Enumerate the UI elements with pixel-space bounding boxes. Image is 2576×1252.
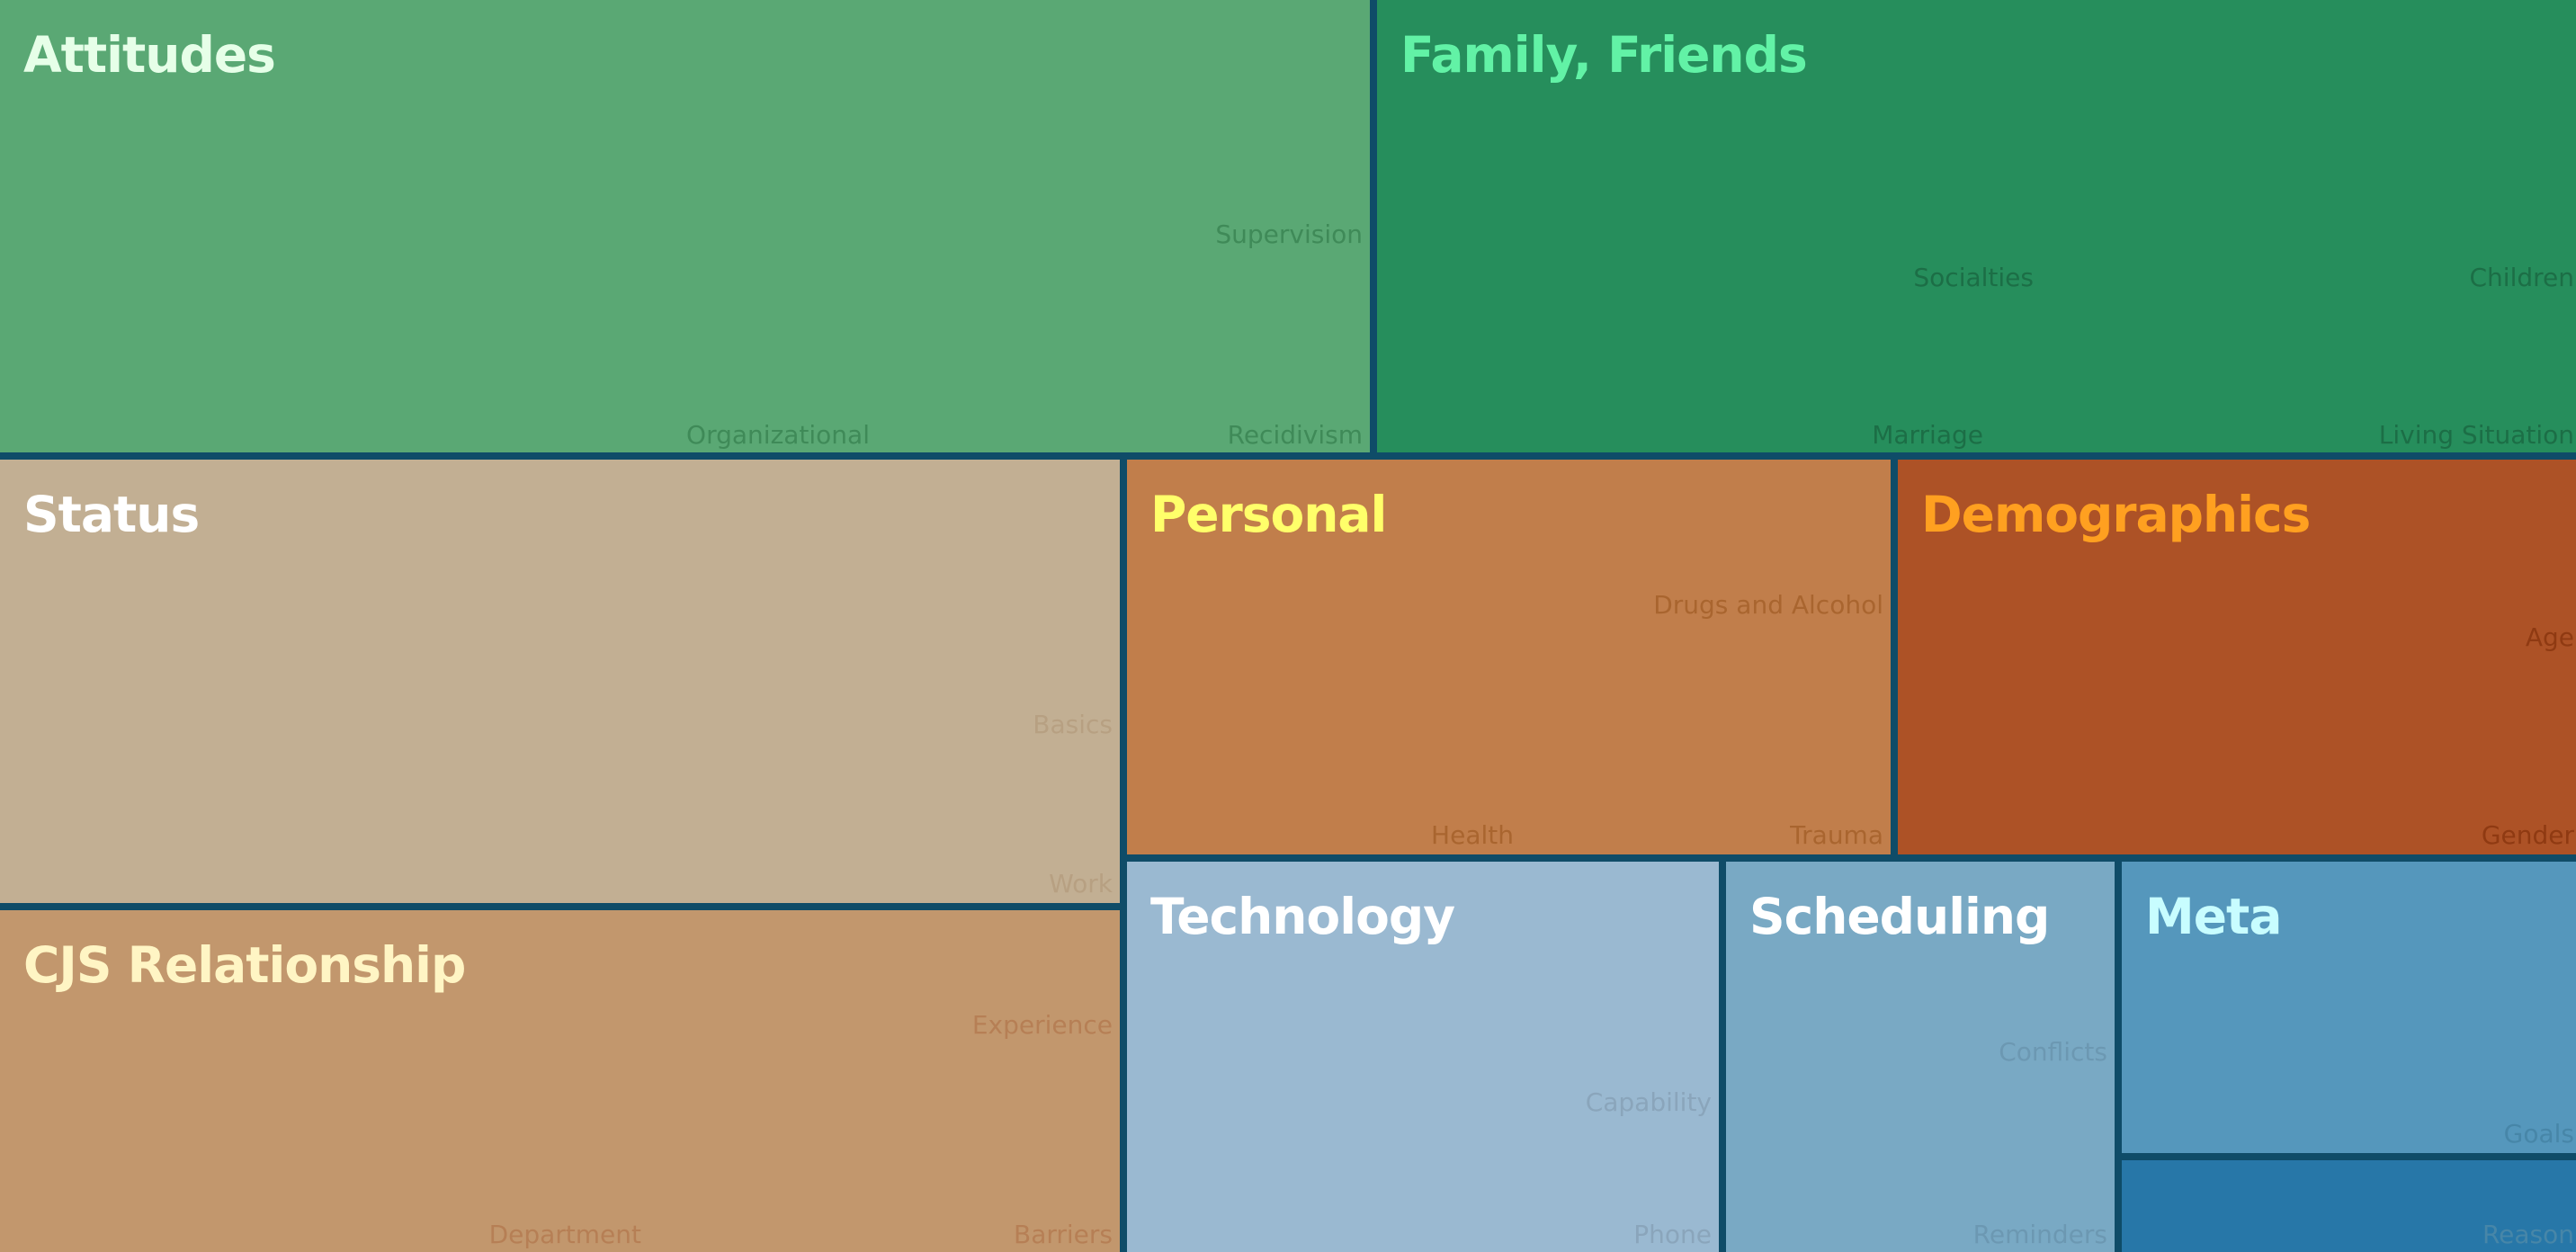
- treemap-cell-title: CJS Relationship: [23, 936, 466, 994]
- subcategory-label-health: Health: [1431, 820, 1514, 850]
- treemap-cell-personal[interactable]: Personal: [1127, 460, 1891, 854]
- treemap-cell-title: Personal: [1150, 486, 1387, 543]
- subcategory-label-age: Age: [2525, 622, 2574, 652]
- subcategory-label-experience: Experience: [971, 1010, 1113, 1040]
- treemap-cell-title: Family, Friends: [1400, 26, 1808, 84]
- treemap-chart: Attitudes Family, Friends Status CJS Relati…: [0, 0, 2576, 1252]
- subcategory-label-conflicts: Conflicts: [1999, 1037, 2107, 1067]
- treemap-cell-title: Meta: [2145, 888, 2282, 945]
- treemap-cell-title: Technology: [1150, 888, 1455, 945]
- treemap-cell-title: Status: [23, 486, 200, 543]
- treemap-cell-status[interactable]: Status: [0, 460, 1120, 903]
- treemap-cell-title: Attitudes: [23, 26, 276, 84]
- subcategory-label-organizational: Organizational: [686, 420, 870, 450]
- subcategory-label-drugs-and-alcohol: Drugs and Alcohol: [1653, 590, 1883, 620]
- subcategory-label-reason: Reason: [2482, 1220, 2574, 1249]
- subcategory-label-marriage: Marriage: [1872, 420, 1983, 450]
- subcategory-label-gender: Gender: [2481, 820, 2574, 850]
- subcategory-label-reminders: Reminders: [1972, 1220, 2107, 1249]
- subcategory-label-work: Work: [1049, 869, 1113, 899]
- treemap-cell-family-friends[interactable]: Family, Friends: [1377, 0, 2576, 452]
- treemap-cell-demographics[interactable]: Demographics: [1898, 460, 2576, 854]
- subcategory-label-department: Department: [488, 1220, 641, 1249]
- subcategory-label-children: Children: [2469, 263, 2575, 292]
- subcategory-label-supervision: Supervision: [1215, 219, 1363, 249]
- subcategory-label-basics: Basics: [1033, 710, 1113, 739]
- subcategory-label-capability: Capability: [1585, 1087, 1712, 1117]
- subcategory-label-phone: Phone: [1633, 1220, 1712, 1249]
- treemap-cell-title: Scheduling: [1749, 888, 2050, 945]
- treemap-cell-technology[interactable]: Technology: [1127, 862, 1719, 1252]
- subcategory-label-goals: Goals: [2503, 1119, 2574, 1149]
- treemap-cell-attitudes[interactable]: Attitudes: [0, 0, 1370, 452]
- subcategory-label-barriers: Barriers: [1013, 1220, 1113, 1249]
- treemap-cell-title: Demographics: [1921, 486, 2311, 543]
- treemap-cell-meta[interactable]: Meta: [2122, 862, 2576, 1153]
- subcategory-label-trauma: Trauma: [1790, 820, 1883, 850]
- subcategory-label-living-situation: Living Situation: [2378, 420, 2574, 450]
- subcategory-label-socialties: Socialties: [1913, 263, 2034, 292]
- treemap-cell-cjs-relationship[interactable]: CJS Relationship: [0, 910, 1120, 1252]
- subcategory-label-recidivism: Recidivism: [1227, 420, 1363, 450]
